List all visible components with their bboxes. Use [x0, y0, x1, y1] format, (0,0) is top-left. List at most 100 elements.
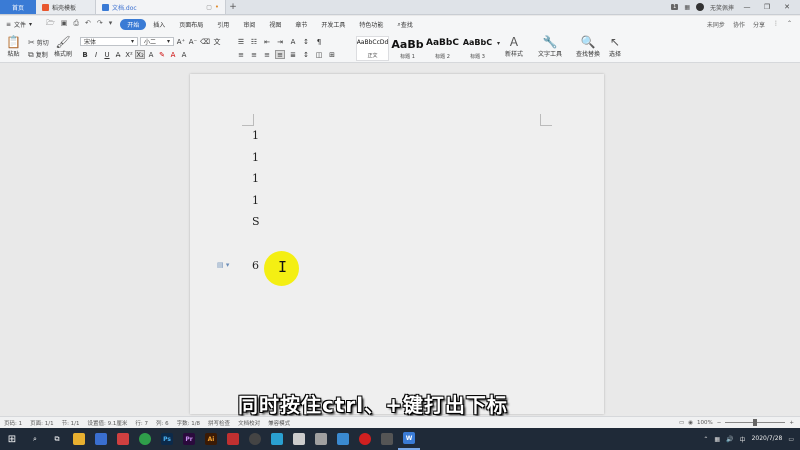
paragraph-handle-icon[interactable]: ▤ ▾ — [217, 261, 229, 269]
tab-home[interactable]: 首页 — [0, 0, 36, 14]
align-center-icon[interactable]: ≡ — [249, 50, 259, 59]
clock[interactable]: 2020/7/28 — [752, 435, 783, 443]
find-replace-button[interactable]: 🔍 查找替换 — [576, 36, 600, 58]
chevron-up-icon[interactable]: ⌃ — [703, 436, 708, 443]
italic-icon[interactable]: I — [91, 50, 101, 59]
user-name[interactable]: 无笑佩摔 — [710, 3, 734, 12]
sort-icon[interactable]: ↕ — [301, 37, 311, 46]
doc-line-1[interactable]: 1 — [252, 129, 259, 142]
notification-badge[interactable]: 1 — [671, 4, 679, 10]
status-spell-check[interactable]: 拼写检查 — [208, 419, 230, 427]
task-view-icon[interactable]: ⧉ — [46, 428, 68, 450]
indent-icon[interactable]: ⇥ — [275, 37, 285, 46]
network-icon[interactable]: ▦ — [714, 436, 720, 443]
app-icon[interactable] — [288, 428, 310, 450]
align-left-icon[interactable]: ≡ — [236, 50, 246, 59]
new-style-button[interactable]: Ａ 新样式 — [505, 36, 523, 58]
new-tab-button[interactable]: + — [226, 0, 240, 14]
minimize-button[interactable]: — — [740, 3, 754, 11]
doc-line-3[interactable]: 1 — [252, 172, 259, 185]
style-heading-1[interactable]: AaBb 标题 1 — [391, 36, 424, 61]
app-icon[interactable] — [376, 428, 398, 450]
chevron-down-icon[interactable]: ▾ — [109, 19, 113, 30]
status-compat-mode[interactable]: 兼容模式 — [268, 419, 290, 427]
doc-line-5[interactable]: S — [252, 215, 260, 228]
notification-icon[interactable]: ▭ — [788, 436, 794, 443]
app-icon[interactable] — [332, 428, 354, 450]
status-row[interactable]: 行: 7 — [135, 419, 148, 427]
copy-button[interactable]: ⧉ 复制 — [28, 50, 48, 59]
status-section[interactable]: 节: 1/1 — [62, 419, 80, 427]
style-gallery-arrow[interactable]: ▾ — [497, 40, 500, 47]
photoshop-icon[interactable]: Ps — [156, 428, 178, 450]
share-button[interactable]: 分享 — [753, 20, 765, 29]
status-pages[interactable]: 页面: 1/1 — [30, 419, 53, 427]
zoom-slider[interactable] — [725, 419, 786, 426]
app-icon[interactable] — [266, 428, 288, 450]
grid-icon[interactable]: ▦ — [684, 4, 690, 11]
close-button[interactable]: ✕ — [780, 3, 794, 11]
file-explorer-icon[interactable] — [68, 428, 90, 450]
status-column[interactable]: 列: 6 — [156, 419, 169, 427]
app-icon[interactable] — [244, 428, 266, 450]
bullets-icon[interactable]: ☰ — [236, 37, 246, 46]
avatar[interactable] — [695, 3, 704, 11]
menu-item-5[interactable]: 视图 — [262, 19, 288, 30]
collaborate-button[interactable]: 协作 — [733, 20, 745, 29]
menu-item-3[interactable]: 引用 — [210, 19, 236, 30]
tab-document[interactable]: 文档.doc ▢ • — [96, 0, 226, 14]
app-icon[interactable] — [310, 428, 332, 450]
wps-writer-icon[interactable]: W — [398, 428, 420, 450]
tab-docer-templates[interactable]: 稻壳模板 — [36, 0, 96, 14]
chevron-up-icon[interactable]: ⌃ — [787, 20, 792, 29]
superscript-icon[interactable]: X² — [124, 50, 134, 59]
pinyin-icon[interactable]: 文 — [212, 37, 222, 46]
maximize-button[interactable]: ❐ — [760, 3, 774, 11]
windows-start-icon[interactable]: ⊞ — [0, 434, 24, 445]
style-heading-2[interactable]: AaBbC 标题 2 — [426, 36, 459, 61]
subscript-icon[interactable]: X₂ — [135, 50, 145, 59]
justify-icon[interactable]: ≡ — [275, 50, 285, 59]
font-name-select[interactable]: 宋体 ▾ — [80, 37, 138, 46]
outdent-icon[interactable]: ⇤ — [262, 37, 272, 46]
menu-item-8[interactable]: 特色功能 — [352, 19, 390, 30]
shrink-font-icon[interactable]: A⁻ — [188, 37, 198, 46]
more-icon[interactable]: ⋮ — [773, 20, 779, 29]
open-icon[interactable]: 🗁 — [46, 19, 55, 30]
menu-item-4[interactable]: 审阅 — [236, 19, 262, 30]
highlight-icon[interactable]: ✎ — [157, 50, 167, 59]
status-page-number[interactable]: 页码: 1 — [4, 419, 22, 427]
clear-format-icon[interactable]: ⌫ — [200, 37, 210, 46]
status-position[interactable]: 设置值: 9.1厘米 — [88, 419, 128, 427]
zoom-knob[interactable] — [753, 419, 758, 426]
line-spacing-icon[interactable]: ↕ — [301, 50, 311, 59]
save-icon[interactable]: ▣ — [61, 19, 68, 30]
paste-button[interactable]: 📋 粘贴 — [6, 36, 21, 58]
menu-item-7[interactable]: 开发工具 — [314, 19, 352, 30]
underline-icon[interactable]: U — [102, 50, 112, 59]
align-right-icon[interactable]: ≡ — [262, 50, 272, 59]
input-language[interactable]: 中 — [740, 435, 746, 444]
status-word-count[interactable]: 字数: 1/8 — [177, 419, 200, 427]
menu-item-1[interactable]: 插入 — [146, 19, 172, 30]
app-icon[interactable] — [112, 428, 134, 450]
char-border-icon[interactable]: A — [179, 50, 189, 59]
menu-item-0[interactable]: 开始 — [120, 19, 147, 30]
border-icon[interactable]: ⊞ — [327, 50, 337, 59]
style-normal[interactable]: AaBbCcDd 正文 — [356, 36, 389, 61]
app-icon[interactable] — [222, 428, 244, 450]
strikethrough-icon[interactable]: A̶ — [113, 50, 123, 59]
file-menu[interactable]: ≡ 文件 ▾ — [6, 20, 38, 29]
pin-icon[interactable]: ▢ — [206, 4, 212, 11]
app-icon[interactable] — [90, 428, 112, 450]
doc-line-6[interactable]: 6 — [252, 259, 259, 272]
doc-line-2[interactable]: 1 — [252, 151, 259, 164]
menu-item-2[interactable]: 页面布局 — [172, 19, 210, 30]
redo-icon[interactable]: ↷ — [97, 19, 103, 30]
menu-item-6[interactable]: 章节 — [288, 19, 314, 30]
search-menu[interactable]: ⌕ 查找 — [390, 19, 419, 30]
chrome-icon[interactable] — [134, 428, 156, 450]
bold-icon[interactable]: B — [80, 50, 90, 59]
document-page[interactable]: 1 1 1 1 S ▤ ▾ 6 I — [190, 74, 604, 414]
doc-line-4[interactable]: 1 — [252, 194, 259, 207]
